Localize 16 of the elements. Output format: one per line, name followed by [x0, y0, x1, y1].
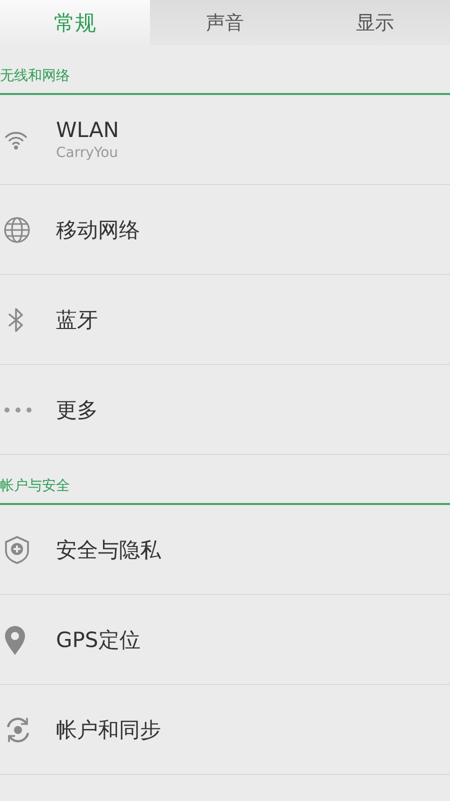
location-pin-icon — [3, 624, 27, 656]
tab[interactable]: 显示 — [300, 0, 450, 45]
setting-label[interactable]: GPS定位 — [56, 626, 140, 654]
setting-subtitle: CarryYou — [56, 145, 120, 161]
dots-icon — [3, 406, 33, 414]
setting-label[interactable]: WLAN — [56, 118, 120, 142]
shield-icon — [3, 534, 31, 564]
setting-label[interactable]: 安全与隐私 — [56, 536, 161, 564]
tab[interactable]: 声音 — [150, 0, 300, 45]
setting-label[interactable]: 蓝牙 — [56, 306, 98, 334]
section-header: 帐户与安全 — [0, 477, 70, 495]
setting-label[interactable]: 更多 — [56, 396, 98, 424]
setting-label[interactable]: 帐户和同步 — [56, 716, 161, 744]
setting-label[interactable]: 移动网络 — [56, 216, 140, 244]
globe-icon — [3, 216, 31, 244]
section-header: 无线和网络 — [0, 67, 70, 85]
